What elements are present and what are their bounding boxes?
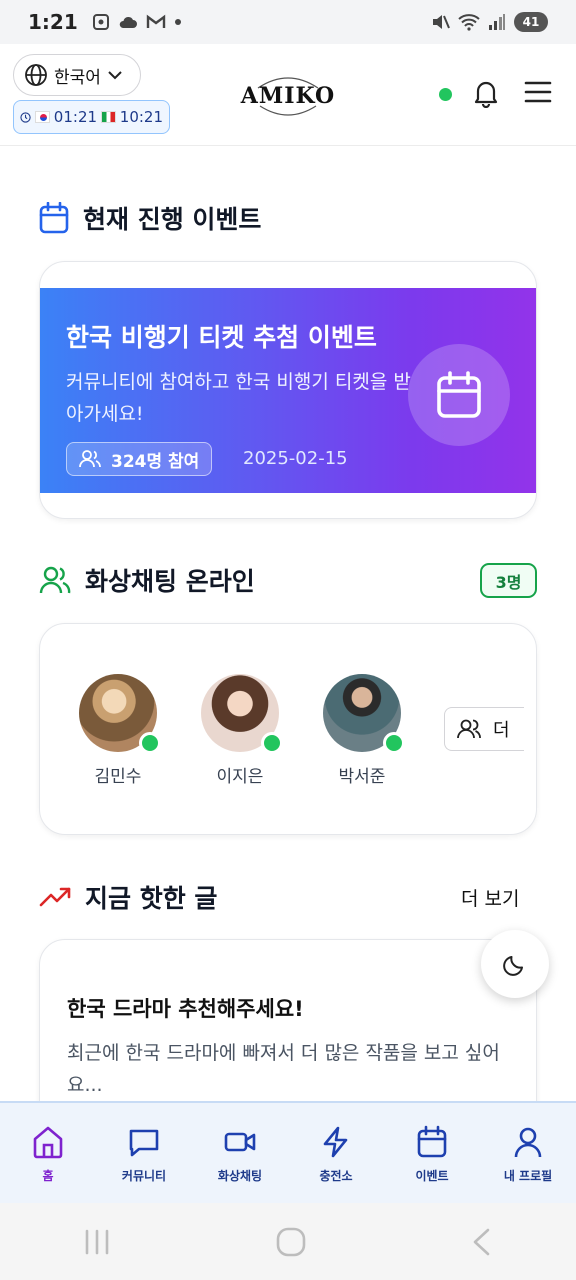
logo-text: AMIKO — [240, 83, 336, 109]
more-posts-link[interactable]: 더 보기 — [461, 884, 519, 911]
online-indicator — [139, 732, 161, 754]
participants-count: 324명 참여 — [111, 451, 200, 472]
online-indicator — [383, 732, 405, 754]
online-count-badge: 3명 — [480, 563, 537, 598]
calendar-icon — [39, 202, 69, 234]
avatar — [323, 674, 405, 754]
event-title: 한국 비행기 티켓 추첨 이벤트 — [66, 323, 377, 352]
system-navigation-bar — [0, 1203, 576, 1280]
signal-icon — [489, 14, 505, 30]
user-name: 박서준 — [338, 767, 386, 787]
nav-events[interactable]: 이벤트 — [384, 1103, 480, 1203]
hot-posts-section-title: 지금 핫한 글 — [85, 884, 218, 913]
bell-icon[interactable] — [472, 78, 500, 108]
nav-charging-station[interactable]: 충전소 — [288, 1103, 384, 1203]
user-name: 김민수 — [94, 767, 142, 787]
video-chat-section-header: 화상채팅 온라인 — [39, 562, 255, 598]
users-icon — [457, 719, 481, 739]
app-logo[interactable]: AMIKO — [240, 66, 336, 126]
world-clock: 01:21 10:21 — [13, 100, 170, 134]
status-time: 1:21 — [28, 10, 78, 34]
dot-icon — [174, 19, 181, 25]
event-date: 2025-02-15 — [243, 448, 348, 469]
video-icon — [224, 1132, 256, 1152]
online-status-dot — [439, 88, 452, 101]
language-selector[interactable]: 한국어 — [13, 54, 141, 96]
nav-label: 홈 — [42, 1169, 54, 1183]
event-icon-circle — [408, 344, 510, 446]
korea-time: 01:21 — [53, 108, 98, 126]
calendar-icon — [417, 1125, 447, 1158]
nav-profile[interactable]: 내 프로필 — [480, 1103, 576, 1203]
hot-posts-section-header: 지금 핫한 글 — [39, 879, 217, 915]
language-label: 한국어 — [54, 67, 101, 88]
users-icon — [79, 450, 101, 468]
system-icons: 41 — [430, 12, 548, 32]
back-icon[interactable] — [470, 1227, 494, 1257]
user-icon — [514, 1127, 542, 1158]
recent-apps-icon[interactable] — [82, 1228, 112, 1256]
nav-label: 이벤트 — [415, 1169, 449, 1183]
korea-flag-icon — [35, 111, 50, 123]
online-user[interactable]: 박서준 — [322, 674, 405, 787]
gmail-icon — [146, 14, 165, 28]
battery-indicator: 41 — [514, 12, 548, 32]
lightning-icon — [323, 1126, 348, 1158]
mexico-time: 10:21 — [119, 108, 164, 126]
clock-icon — [20, 111, 31, 123]
wifi-icon — [458, 14, 480, 31]
online-user[interactable]: 김민수 — [78, 674, 161, 787]
moon-icon — [503, 956, 523, 976]
nav-community[interactable]: 커뮤니티 — [96, 1103, 192, 1203]
cloud-icon — [119, 16, 137, 28]
mute-icon — [433, 15, 450, 29]
screenshot-icon — [92, 14, 109, 30]
nav-label: 화상채팅 — [217, 1169, 263, 1183]
chevron-down-icon — [108, 71, 122, 80]
bottom-navigation: 홈 커뮤니티 화상채팅 충전소 이벤트 내 프로필 — [0, 1101, 576, 1203]
events-section-header: 현재 진행 이벤트 — [39, 200, 261, 236]
participants-badge: 324명 참여 — [66, 442, 213, 476]
nav-home[interactable]: 홈 — [0, 1103, 96, 1203]
online-indicator — [261, 732, 283, 754]
chat-bubble-icon — [129, 1129, 159, 1157]
avatar — [201, 674, 283, 754]
event-description: 커뮤니티에 참여하고 한국 비행기 티켓을 받아가세요! — [66, 371, 411, 425]
nav-label: 충전소 — [319, 1169, 353, 1183]
dark-mode-toggle[interactable] — [481, 930, 549, 998]
event-card[interactable]: 한국 비행기 티켓 추첨 이벤트 커뮤니티에 참여하고 한국 비행기 티켓을 받… — [39, 261, 537, 519]
users-icon — [39, 566, 71, 594]
post-excerpt: 최근에 한국 드라마에 빠져서 더 많은 작품을 보고 싶어요... — [67, 1042, 500, 1096]
more-users-label: 더 — [493, 720, 510, 741]
nav-video-chat[interactable]: 화상채팅 — [192, 1103, 288, 1203]
online-user[interactable]: 이지은 — [200, 674, 283, 787]
online-users-card: 김민수 이지은 박서준 더 — [39, 623, 537, 835]
mexico-flag-icon — [101, 111, 116, 123]
event-banner[interactable]: 한국 비행기 티켓 추첨 이벤트 커뮤니티에 참여하고 한국 비행기 티켓을 받… — [40, 288, 536, 493]
trending-up-icon — [39, 887, 71, 907]
nav-label: 커뮤니티 — [121, 1169, 167, 1183]
avatar — [79, 674, 161, 754]
notification-icons — [92, 13, 182, 31]
calendar-icon — [437, 371, 481, 418]
user-name: 이지은 — [216, 767, 264, 787]
video-chat-section-title: 화상채팅 온라인 — [85, 567, 255, 596]
globe-icon — [25, 64, 47, 86]
nav-label: 내 프로필 — [503, 1169, 553, 1183]
post-title: 한국 드라마 추천해주세요! — [67, 997, 304, 1021]
menu-icon[interactable] — [524, 80, 552, 104]
home-icon — [33, 1126, 63, 1159]
events-section-title: 현재 진행 이벤트 — [83, 205, 262, 234]
home-button-icon[interactable] — [276, 1227, 306, 1257]
status-bar: 1:21 41 — [0, 0, 576, 44]
more-users-button[interactable]: 더 — [444, 707, 524, 751]
